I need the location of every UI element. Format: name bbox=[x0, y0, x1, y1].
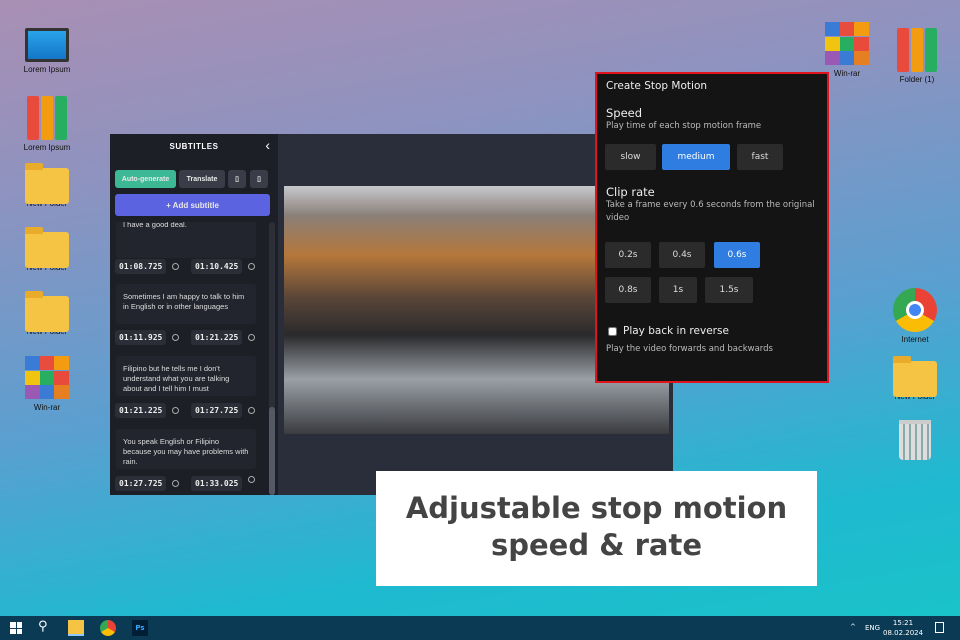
desktop-icon-folder[interactable]: New Folder bbox=[12, 288, 82, 336]
clock-icon[interactable] bbox=[172, 407, 179, 414]
feature-caption: Adjustable stop motion speed & rate bbox=[376, 471, 817, 586]
clock[interactable]: 15:21 08.02.2024 bbox=[883, 618, 923, 638]
export-file-icon[interactable]: ▯ bbox=[250, 170, 268, 188]
speed-description: Play time of each stop motion frame bbox=[606, 121, 762, 131]
rate-0-2s[interactable]: 0.2s bbox=[605, 242, 651, 268]
rate-0-6s[interactable]: 0.6s bbox=[714, 242, 760, 268]
computer-icon bbox=[25, 28, 69, 62]
binders-icon bbox=[895, 28, 939, 72]
reverse-label[interactable]: Play back in reverse bbox=[623, 325, 729, 337]
translate-button[interactable]: Translate bbox=[179, 170, 225, 188]
desktop-icon-folder[interactable]: New Folder bbox=[12, 160, 82, 208]
winrar-icon bbox=[825, 22, 869, 66]
search-icon[interactable]: ⚲ bbox=[38, 619, 54, 635]
caption-line-1: Adjustable stop motion bbox=[405, 491, 788, 525]
desktop-icon-computer[interactable]: Lorem Ipsum bbox=[12, 28, 82, 74]
rate-0-8s[interactable]: 0.8s bbox=[605, 277, 651, 303]
end-time[interactable]: 01:27.725 bbox=[191, 403, 243, 418]
file-explorer-icon[interactable] bbox=[68, 620, 84, 636]
panel-title: Create Stop Motion bbox=[606, 80, 708, 92]
reverse-description: Play the video forwards and backwards bbox=[606, 344, 773, 354]
clip-rate-heading: Clip rate bbox=[606, 185, 655, 199]
subtitle-list: I have a good deal. 01:08.725 01:10.425 … bbox=[110, 222, 268, 495]
subtitle-text[interactable]: I have a good deal. bbox=[116, 222, 256, 258]
tray-chevron-icon[interactable]: ^ bbox=[850, 623, 856, 631]
clock-icon[interactable] bbox=[248, 263, 255, 270]
folder-icon bbox=[25, 291, 69, 332]
folder-icon bbox=[25, 227, 69, 268]
chrome-icon[interactable] bbox=[100, 620, 116, 636]
rate-1s[interactable]: 1s bbox=[659, 277, 697, 303]
clock-icon[interactable] bbox=[248, 334, 255, 341]
clock-icon[interactable] bbox=[172, 334, 179, 341]
auto-generate-button[interactable]: Auto-generate bbox=[115, 170, 176, 188]
stop-motion-panel: Create Stop Motion Speed Play time of ea… bbox=[595, 72, 829, 383]
speed-fast[interactable]: fast bbox=[737, 144, 783, 170]
video-editor-window: SUBTITLES ‹ Auto-generate Translate ▯ ▯ … bbox=[110, 134, 673, 495]
desktop-icon-internet[interactable]: Internet bbox=[880, 288, 950, 344]
windows-start-icon[interactable] bbox=[10, 622, 22, 634]
winrar-icon bbox=[25, 356, 69, 400]
collapse-chevron-icon[interactable]: ‹ bbox=[265, 137, 270, 153]
clock-icon[interactable] bbox=[172, 480, 179, 487]
desktop-icon-folder[interactable]: New Folder bbox=[12, 224, 82, 272]
caption-line-2: speed & rate bbox=[490, 528, 702, 562]
binders-icon bbox=[25, 96, 69, 140]
desktop-icon-folder[interactable]: New Folder bbox=[880, 353, 950, 401]
clock-icon[interactable] bbox=[248, 407, 255, 414]
clock-icon[interactable] bbox=[172, 263, 179, 270]
start-time[interactable]: 01:08.725 bbox=[115, 259, 167, 274]
rate-0-4s[interactable]: 0.4s bbox=[659, 242, 705, 268]
subtitles-title: SUBTITLES bbox=[169, 142, 219, 151]
folder-icon bbox=[25, 163, 69, 204]
notifications-icon[interactable] bbox=[935, 622, 944, 633]
speed-slow[interactable]: slow bbox=[605, 144, 656, 170]
photoshop-icon[interactable]: Ps bbox=[132, 620, 148, 636]
subtitle-text[interactable]: You speak English or Filipino because yo… bbox=[116, 429, 256, 469]
end-time[interactable]: 01:10.425 bbox=[191, 259, 243, 274]
recycle-bin-icon[interactable] bbox=[880, 420, 950, 463]
start-time[interactable]: 01:21.225 bbox=[115, 403, 167, 418]
subtitle-text[interactable]: Filipino but he tells me I don't underst… bbox=[116, 356, 256, 396]
add-subtitle-button[interactable]: + Add subtitle bbox=[115, 194, 270, 216]
end-time[interactable]: 01:33.025 bbox=[191, 476, 243, 491]
scrollbar[interactable] bbox=[269, 222, 275, 495]
desktop-icon-binders[interactable]: Folder (1) bbox=[882, 28, 952, 84]
folder-icon bbox=[893, 356, 937, 397]
subtitles-panel: SUBTITLES ‹ Auto-generate Translate ▯ ▯ … bbox=[110, 134, 278, 495]
rate-1-5s[interactable]: 1.5s bbox=[705, 277, 753, 303]
speed-medium[interactable]: medium bbox=[662, 144, 730, 170]
chrome-icon bbox=[893, 288, 937, 332]
clip-rate-description: Take a frame every 0.6 seconds from the … bbox=[606, 200, 815, 223]
scrollbar-thumb[interactable] bbox=[269, 407, 275, 495]
start-time[interactable]: 01:11.925 bbox=[115, 330, 167, 345]
desktop-icon-winrar[interactable]: Win-rar bbox=[12, 356, 82, 412]
subtitle-text[interactable]: Sometimes I am happy to talk to him in E… bbox=[116, 284, 256, 324]
taskbar: ⚲ Ps ^ ENG 15:21 08.02.2024 bbox=[0, 616, 960, 640]
reverse-checkbox[interactable] bbox=[608, 326, 617, 336]
start-time[interactable]: 01:27.725 bbox=[115, 476, 167, 491]
speed-heading: Speed bbox=[606, 106, 643, 120]
language-indicator[interactable]: ENG bbox=[865, 624, 880, 632]
desktop-icon-binders[interactable]: Lorem Ipsum bbox=[12, 96, 82, 152]
import-file-icon[interactable]: ▯ bbox=[228, 170, 246, 188]
clock-icon[interactable] bbox=[248, 476, 255, 483]
end-time[interactable]: 01:21.225 bbox=[191, 330, 243, 345]
desktop-icon-winrar[interactable]: Win-rar bbox=[812, 22, 882, 78]
